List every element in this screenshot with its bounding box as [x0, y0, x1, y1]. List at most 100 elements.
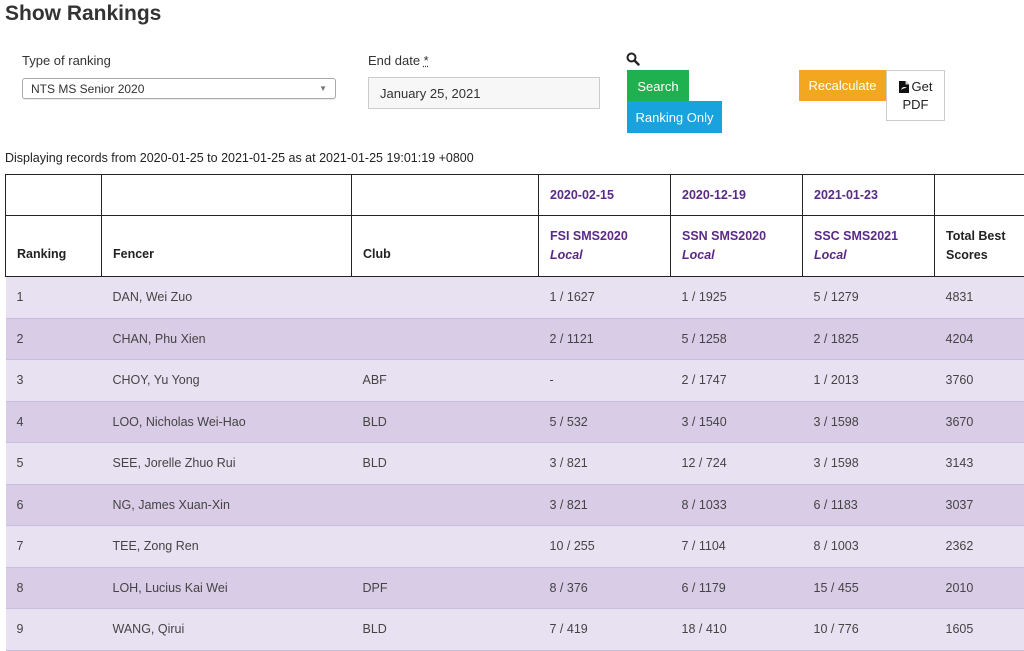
club-link[interactable]: ABF	[352, 360, 539, 402]
table-row: 1DAN, Wei Zuo1 / 16271 / 19255 / 1279483…	[6, 277, 1024, 319]
fencer-link[interactable]: LOO, Nicholas Wei-Hao	[102, 401, 352, 443]
event-type: Local	[814, 246, 923, 265]
table-row: 8LOH, Lucius Kai WeiDPF8 / 3766 / 117915…	[6, 567, 1024, 609]
club-link	[352, 277, 539, 319]
total-score-cell: 4204	[935, 318, 1024, 360]
total-header-line2: Scores	[946, 246, 1013, 265]
club-link	[352, 526, 539, 568]
fencer-link[interactable]: DAN, Wei Zuo	[102, 277, 352, 319]
event-name: SSC SMS2021	[814, 227, 923, 246]
event-result-cell: 7 / 1104	[671, 526, 803, 568]
fencer-link[interactable]: SEE, Jorelle Zhuo Rui	[102, 443, 352, 485]
event-result-cell: 2 / 1747	[671, 360, 803, 402]
fencer-column-header: Fencer	[102, 216, 352, 277]
event-result-cell: 6 / 1183	[803, 484, 935, 526]
event-result-cell: 3 / 821	[539, 443, 671, 485]
empty-header-cell	[102, 175, 352, 216]
event-type: Local	[550, 246, 659, 265]
ranking-type-select[interactable]: NTS MS Senior 2020 ▼	[22, 78, 336, 99]
display-records-info: Displaying records from 2020-01-25 to 20…	[5, 151, 474, 165]
rank-cell: 8	[6, 567, 102, 609]
club-link[interactable]: DPF	[352, 567, 539, 609]
total-score-cell: 3037	[935, 484, 1024, 526]
event-result-cell: 3 / 1598	[803, 401, 935, 443]
event-result-cell: 10 / 776	[803, 609, 935, 651]
total-score-cell: 2010	[935, 567, 1024, 609]
end-date-label: End date *	[368, 53, 429, 68]
club-link	[352, 484, 539, 526]
table-row: 5SEE, Jorelle Zhuo RuiBLD3 / 82112 / 724…	[6, 443, 1024, 485]
pdf-file-icon	[899, 81, 909, 93]
event-result-cell: 1 / 1627	[539, 277, 671, 319]
rankings-table: 2020-02-15 2020-12-19 2021-01-23 Ranking…	[5, 174, 1024, 651]
event-result-cell: 3 / 1540	[671, 401, 803, 443]
required-marker: *	[424, 53, 429, 68]
end-date-input[interactable]: January 25, 2021	[368, 77, 600, 109]
event-name: FSI SMS2020	[550, 227, 659, 246]
table-row: 2CHAN, Phu Xien2 / 11215 / 12582 / 18254…	[6, 318, 1024, 360]
club-link[interactable]: BLD	[352, 609, 539, 651]
empty-header-cell	[6, 175, 102, 216]
rankings-body: 1DAN, Wei Zuo1 / 16271 / 19255 / 1279483…	[6, 277, 1024, 651]
event-type: Local	[682, 246, 791, 265]
ranking-only-button[interactable]: Ranking Only	[627, 101, 722, 133]
event-column-header-2[interactable]: SSN SMS2020 Local	[671, 216, 803, 277]
rank-cell: 7	[6, 526, 102, 568]
fencer-link[interactable]: LOH, Lucius Kai Wei	[102, 567, 352, 609]
event-result-cell: 5 / 1279	[803, 277, 935, 319]
event-result-cell: 5 / 1258	[671, 318, 803, 360]
column-header-row: Ranking Fencer Club FSI SMS2020 Local SS…	[6, 216, 1024, 277]
table-row: 6NG, James Xuan-Xin 3 / 8218 / 10336 / 11…	[6, 484, 1024, 526]
table-row: 4LOO, Nicholas Wei-HaoBLD5 / 5323 / 1540…	[6, 401, 1024, 443]
event-name: SSN SMS2020	[682, 227, 791, 246]
event-result-cell: 12 / 724	[671, 443, 803, 485]
table-row: 3CHOY, Yu YongABF-2 / 17471 / 20133760	[6, 360, 1024, 402]
event-result-cell: 10 / 255	[539, 526, 671, 568]
empty-header-cell	[935, 175, 1024, 216]
table-row: 7TEE, Zong Ren10 / 2557 / 11048 / 100323…	[6, 526, 1024, 568]
fencer-link[interactable]: WANG, Qirui	[102, 609, 352, 651]
event-column-header-1[interactable]: FSI SMS2020 Local	[539, 216, 671, 277]
fencer-link[interactable]: CHOY, Yu Yong	[102, 360, 352, 402]
get-pdf-button[interactable]: Get PDF	[886, 70, 945, 121]
total-score-cell: 3760	[935, 360, 1024, 402]
search-button[interactable]: Search	[627, 70, 689, 102]
rank-cell: 3	[6, 360, 102, 402]
total-score-cell: 2362	[935, 526, 1024, 568]
rank-cell: 9	[6, 609, 102, 651]
event-date-1[interactable]: 2020-02-15	[539, 175, 671, 216]
get-pdf-label-1: Get	[912, 78, 933, 96]
fencer-link[interactable]: NG, James Xuan-Xin	[102, 484, 352, 526]
rank-cell: 2	[6, 318, 102, 360]
event-result-cell: 6 / 1179	[671, 567, 803, 609]
table-row: 9WANG, QiruiBLD7 / 41918 / 41010 / 77616…	[6, 609, 1024, 651]
total-header-line1: Total Best	[946, 227, 1013, 246]
recalculate-button[interactable]: Recalculate	[799, 70, 886, 101]
rank-cell: 6	[6, 484, 102, 526]
event-date-3[interactable]: 2021-01-23	[803, 175, 935, 216]
search-icon	[626, 52, 640, 66]
club-link	[352, 318, 539, 360]
get-pdf-label-2: PDF	[903, 96, 929, 114]
event-result-cell: 8 / 1033	[671, 484, 803, 526]
event-result-cell: 2 / 1121	[539, 318, 671, 360]
club-link[interactable]: BLD	[352, 401, 539, 443]
empty-header-cell	[352, 175, 539, 216]
rank-cell: 1	[6, 277, 102, 319]
event-result-cell: 1 / 1925	[671, 277, 803, 319]
chevron-down-icon: ▼	[319, 84, 327, 93]
event-result-cell: 3 / 1598	[803, 443, 935, 485]
event-result-cell: 15 / 455	[803, 567, 935, 609]
event-date-2[interactable]: 2020-12-19	[671, 175, 803, 216]
total-score-cell: 3670	[935, 401, 1024, 443]
event-result-cell: 3 / 821	[539, 484, 671, 526]
event-result-cell: 7 / 419	[539, 609, 671, 651]
total-score-cell: 1605	[935, 609, 1024, 651]
rank-cell: 5	[6, 443, 102, 485]
event-column-header-3[interactable]: SSC SMS2021 Local	[803, 216, 935, 277]
fencer-link[interactable]: TEE, Zong Ren	[102, 526, 352, 568]
club-link[interactable]: BLD	[352, 443, 539, 485]
fencer-link[interactable]: CHAN, Phu Xien	[102, 318, 352, 360]
ranking-column-header: Ranking	[6, 216, 102, 277]
total-score-cell: 3143	[935, 443, 1024, 485]
